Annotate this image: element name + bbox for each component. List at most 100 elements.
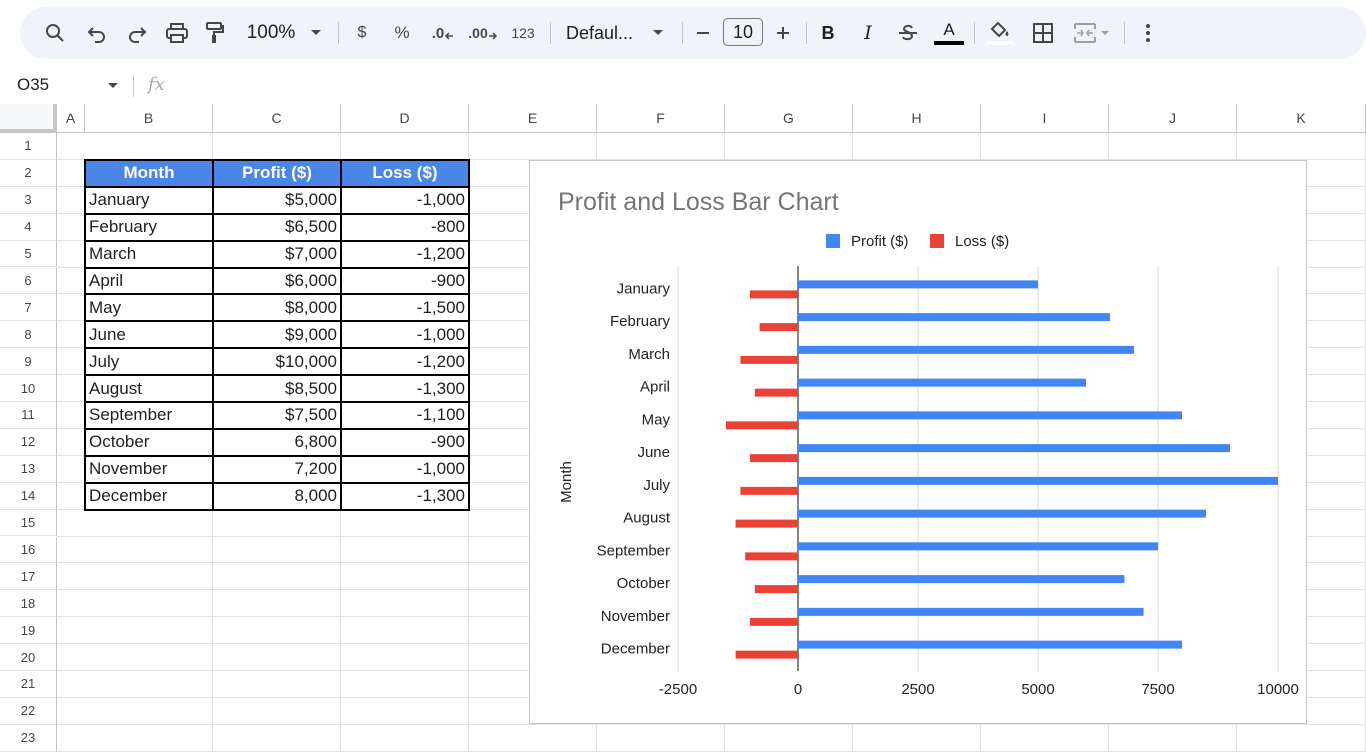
column-header-j[interactable]: J <box>1109 104 1237 133</box>
table-cell-loss[interactable]: -900 <box>341 268 469 295</box>
row-header-20[interactable]: 20 <box>0 644 57 671</box>
paint-format-icon[interactable] <box>202 7 228 59</box>
plus-icon[interactable] <box>772 7 794 59</box>
header-cell-loss[interactable]: Loss ($) <box>341 159 469 187</box>
more-vert-icon[interactable] <box>1136 7 1160 59</box>
row-header-7[interactable]: 7 <box>0 294 57 322</box>
redo-icon[interactable] <box>124 7 150 59</box>
row-header-13[interactable]: 13 <box>0 455 57 483</box>
column-header-c[interactable]: C <box>213 104 341 133</box>
row-header-9[interactable]: 9 <box>0 348 57 376</box>
merge-cells-icon[interactable] <box>1070 7 1114 59</box>
table-cell-month[interactable]: March <box>85 241 213 268</box>
header-cell-month[interactable]: Month <box>85 159 213 187</box>
table-cell-loss[interactable]: -1,200 <box>341 241 469 268</box>
table-cell-loss[interactable]: -900 <box>341 429 469 456</box>
table-cell-loss[interactable]: -1,500 <box>341 294 469 321</box>
currency-format-button[interactable]: $ <box>350 7 374 59</box>
zoom-dropdown-icon[interactable] <box>306 7 326 59</box>
row-header-11[interactable]: 11 <box>0 402 57 429</box>
profit-loss-chart[interactable]: Profit and Loss Bar Chart Profit ($) Loss … <box>529 160 1307 724</box>
row-header-6[interactable]: 6 <box>0 267 57 295</box>
column-header-e[interactable]: E <box>469 104 597 133</box>
table-cell-profit[interactable]: $6,500 <box>213 214 341 241</box>
table-cell-month[interactable]: December <box>85 483 213 510</box>
strikethrough-icon[interactable] <box>896 7 920 59</box>
italic-button[interactable]: I <box>856 7 880 59</box>
name-box-dropdown-icon[interactable] <box>107 82 119 89</box>
table-cell-profit[interactable]: $10,000 <box>213 348 341 375</box>
font-size-input[interactable]: 10 <box>723 18 763 46</box>
table-cell-month[interactable]: September <box>85 402 213 429</box>
bold-button[interactable]: B <box>816 7 840 59</box>
name-box[interactable]: O35 <box>17 74 125 96</box>
table-cell-month[interactable]: May <box>85 294 213 321</box>
row-header-19[interactable]: 19 <box>0 617 57 645</box>
row-header-2[interactable]: 2 <box>0 159 57 187</box>
table-cell-profit[interactable]: $9,000 <box>213 321 341 348</box>
table-cell-loss[interactable]: -1,300 <box>341 483 469 510</box>
decrease-decimal-button[interactable]: .0 <box>428 7 458 59</box>
column-header-i[interactable]: I <box>981 104 1109 133</box>
table-cell-profit[interactable]: $8,500 <box>213 375 341 402</box>
table-cell-loss[interactable]: -1,300 <box>341 375 469 402</box>
table-cell-profit[interactable]: 7,200 <box>213 456 341 483</box>
row-header-21[interactable]: 21 <box>0 671 57 698</box>
table-cell-profit[interactable]: $7,500 <box>213 402 341 429</box>
table-cell-loss[interactable]: -1,100 <box>341 402 469 429</box>
percent-format-button[interactable]: % <box>390 7 414 59</box>
zoom-select[interactable]: 100% <box>244 7 298 59</box>
table-cell-month[interactable]: April <box>85 268 213 295</box>
table-cell-profit[interactable]: $6,000 <box>213 268 341 295</box>
column-header-a[interactable]: A <box>57 104 85 133</box>
column-header-f[interactable]: F <box>597 104 725 133</box>
undo-icon[interactable] <box>84 7 110 59</box>
table-cell-month[interactable]: October <box>85 429 213 456</box>
column-header-h[interactable]: H <box>853 104 981 133</box>
column-header-b[interactable]: B <box>85 104 213 133</box>
minus-icon[interactable] <box>692 7 714 59</box>
row-header-12[interactable]: 12 <box>0 428 57 456</box>
table-cell-loss[interactable]: -1,200 <box>341 348 469 375</box>
table-cell-profit[interactable]: $7,000 <box>213 241 341 268</box>
row-header-3[interactable]: 3 <box>0 186 57 214</box>
header-cell-profit[interactable]: Profit ($) <box>213 159 341 187</box>
column-header-k[interactable]: K <box>1237 104 1366 133</box>
increase-decimal-button[interactable]: .00 <box>468 7 498 59</box>
text-color-button[interactable]: A <box>932 7 966 59</box>
table-cell-profit[interactable]: $8,000 <box>213 294 341 321</box>
table-cell-loss[interactable]: -1,000 <box>341 187 469 214</box>
row-header-23[interactable]: 23 <box>0 724 57 752</box>
row-header-5[interactable]: 5 <box>0 240 57 268</box>
row-header-18[interactable]: 18 <box>0 590 57 618</box>
table-cell-profit[interactable]: $5,000 <box>213 187 341 214</box>
row-header-15[interactable]: 15 <box>0 509 57 537</box>
table-cell-month[interactable]: July <box>85 348 213 375</box>
table-cell-profit[interactable]: 8,000 <box>213 483 341 510</box>
font-select[interactable]: Defaul... <box>566 7 638 59</box>
row-header-22[interactable]: 22 <box>0 697 57 725</box>
table-cell-month[interactable]: November <box>85 456 213 483</box>
row-header-1[interactable]: 1 <box>0 133 57 160</box>
borders-icon[interactable] <box>1030 7 1056 59</box>
print-icon[interactable] <box>164 7 190 59</box>
font-dropdown-icon[interactable] <box>648 7 668 59</box>
table-cell-loss[interactable]: -1,000 <box>341 321 469 348</box>
table-cell-loss[interactable]: -1,000 <box>341 456 469 483</box>
row-header-4[interactable]: 4 <box>0 213 57 241</box>
fill-color-icon[interactable] <box>984 7 1016 59</box>
table-cell-month[interactable]: February <box>85 214 213 241</box>
table-cell-profit[interactable]: 6,800 <box>213 429 341 456</box>
search-icon[interactable] <box>42 7 68 59</box>
column-header-d[interactable]: D <box>341 104 469 133</box>
select-all-corner[interactable] <box>0 104 57 133</box>
row-header-8[interactable]: 8 <box>0 321 57 349</box>
row-header-16[interactable]: 16 <box>0 536 57 564</box>
column-header-g[interactable]: G <box>725 104 853 133</box>
table-cell-month[interactable]: June <box>85 321 213 348</box>
row-header-10[interactable]: 10 <box>0 375 57 402</box>
table-cell-month[interactable]: January <box>85 187 213 214</box>
row-header-17[interactable]: 17 <box>0 563 57 591</box>
table-cell-month[interactable]: August <box>85 375 213 402</box>
row-header-14[interactable]: 14 <box>0 482 57 510</box>
